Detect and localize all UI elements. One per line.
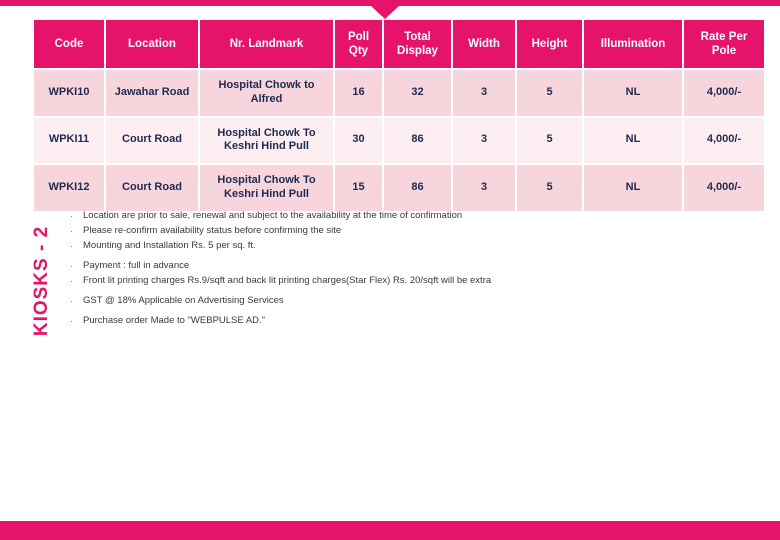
- note-text: Mounting and Installation Rs. 5 per sq. …: [83, 239, 256, 251]
- table-row: WPKI12 Court Road Hospital Chowk To Kesh…: [34, 165, 764, 211]
- bullet-icon: ·: [70, 295, 73, 306]
- header-line: Nr. Landmark: [229, 37, 304, 50]
- column-header-poll-qty: Poll Qty: [335, 20, 382, 68]
- bullet-icon: ·: [70, 225, 73, 236]
- note-item: · Mounting and Installation Rs. 5 per sq…: [70, 239, 710, 252]
- note-text: Please re-confirm availability status be…: [83, 224, 342, 236]
- note-item: · Front lit printing charges Rs.9/sqft a…: [70, 274, 710, 287]
- cell-width: 3: [453, 165, 515, 211]
- cell-location: Jawahar Road: [106, 70, 198, 116]
- header-line: Qty: [348, 45, 369, 57]
- cell-poll-qty: 30: [335, 117, 382, 163]
- header-line: Total: [404, 30, 431, 43]
- header-line: Height: [531, 37, 568, 50]
- cell-height: 5: [517, 117, 582, 163]
- header-line: Display: [397, 45, 438, 57]
- kiosk-rate-table: Code Location Nr. Landmark Poll Qty Total…: [32, 18, 766, 213]
- column-header-rate-per-pole: Rate Per Pole: [684, 20, 764, 68]
- cell-landmark: Hospital Chowk To Keshri Hind Pull: [200, 117, 333, 163]
- cell-total-display: 86: [384, 117, 451, 163]
- note-item: · Payment : full in advance: [70, 259, 710, 272]
- note-text: Front lit printing charges Rs.9/sqft and…: [83, 274, 492, 286]
- header-line: Poll: [347, 30, 370, 43]
- bullet-icon: ·: [70, 275, 73, 286]
- cell-code: WPKI10: [34, 70, 104, 116]
- cell-illumination: NL: [584, 70, 682, 116]
- note-text: Purchase order Made to "WEBPULSE AD.": [83, 314, 266, 326]
- note-item: · Purchase order Made to "WEBPULSE AD.": [70, 314, 710, 327]
- bullet-icon: ·: [70, 211, 73, 221]
- bottom-accent-bar: [0, 521, 780, 540]
- cell-rate-per-pole: 4,000/-: [684, 165, 764, 211]
- header-line: Location: [128, 37, 176, 50]
- cell-poll-qty: 15: [335, 165, 382, 211]
- cell-location: Court Road: [106, 165, 198, 211]
- note-text: Payment : full in advance: [83, 259, 190, 271]
- table-row: WPKI10 Jawahar Road Hospital Chowk to Al…: [34, 70, 764, 116]
- cell-height: 5: [517, 70, 582, 116]
- column-header-height: Height: [517, 20, 582, 68]
- cell-width: 3: [453, 70, 515, 116]
- note-text: GST @ 18% Applicable on Advertising Serv…: [83, 294, 284, 306]
- table-row: WPKI11 Court Road Hospital Chowk To Kesh…: [34, 117, 764, 163]
- column-header-illumination: Illumination: [584, 20, 682, 68]
- cell-width: 3: [453, 117, 515, 163]
- header-line: Code: [54, 37, 84, 50]
- header-line: Width: [468, 37, 500, 50]
- column-header-location: Location: [106, 20, 198, 68]
- cell-code: WPKI12: [34, 165, 104, 211]
- column-header-landmark: Nr. Landmark: [200, 20, 333, 68]
- cell-total-display: 86: [384, 165, 451, 211]
- cell-height: 5: [517, 165, 582, 211]
- cell-code: WPKI11: [34, 117, 104, 163]
- table-header-row: Code Location Nr. Landmark Poll Qty Total…: [34, 20, 764, 68]
- cell-rate-per-pole: 4,000/-: [684, 70, 764, 116]
- note-text: Location are prior to sale, renewal and …: [83, 210, 463, 221]
- cell-rate-per-pole: 4,000/-: [684, 117, 764, 163]
- column-header-width: Width: [453, 20, 515, 68]
- note-item: · GST @ 18% Applicable on Advertising Se…: [70, 294, 710, 307]
- cell-location: Court Road: [106, 117, 198, 163]
- cell-landmark: Hospital Chowk to Alfred: [200, 70, 333, 116]
- cell-total-display: 32: [384, 70, 451, 116]
- note-item: · Please re-confirm availability status …: [70, 224, 710, 237]
- cell-poll-qty: 16: [335, 70, 382, 116]
- cell-landmark: Hospital Chowk To Keshri Hind Pull: [200, 165, 333, 211]
- bullet-icon: ·: [70, 260, 73, 271]
- cell-illumination: NL: [584, 165, 682, 211]
- terms-notes-list: · Location are prior to sale, renewal an…: [70, 210, 710, 327]
- column-header-code: Code: [34, 20, 104, 68]
- cell-illumination: NL: [584, 117, 682, 163]
- note-item: · Location are prior to sale, renewal an…: [70, 210, 710, 222]
- header-line: Pole: [711, 45, 737, 57]
- column-header-total-display: Total Display: [384, 20, 451, 68]
- bullet-icon: ·: [70, 240, 73, 251]
- header-line: Illumination: [600, 37, 666, 50]
- section-title-vertical: KIOSKS - 2: [31, 225, 52, 337]
- bullet-icon: ·: [70, 315, 73, 326]
- header-line: Rate Per: [700, 30, 748, 43]
